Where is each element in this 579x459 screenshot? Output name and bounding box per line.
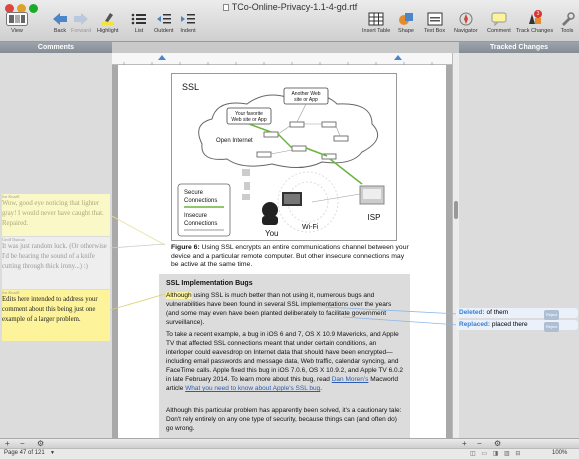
- tracked-change-replaced[interactable]: Replaced: placed there Reject: [456, 320, 578, 332]
- panel-bottom-bar: + − ⚙ + − ⚙: [0, 438, 579, 448]
- remove-tracked-icon[interactable]: −: [477, 439, 482, 448]
- page-indicator[interactable]: Page 47 of 121: [4, 450, 45, 456]
- tracked-change-deleted[interactable]: Deleted: of them Reject: [456, 308, 578, 320]
- app-window: TCo-Online-Privacy-1.1-4-gd.rtf View Bac…: [0, 0, 579, 459]
- remove-comment-icon[interactable]: −: [20, 439, 25, 448]
- tracked-gear-icon[interactable]: ⚙: [494, 439, 501, 448]
- reject-button[interactable]: Reject: [544, 322, 560, 332]
- zoom-level[interactable]: 100%: [552, 450, 567, 456]
- page-dropdown-icon[interactable]: ▼: [50, 450, 55, 456]
- comment-anchor-lines: [109, 214, 460, 326]
- status-icons: ◫ ▭ ◨ ▥ ⊟: [470, 451, 523, 457]
- comments-gear-icon[interactable]: ⚙: [37, 439, 44, 448]
- add-comment-icon[interactable]: +: [5, 439, 10, 448]
- status-bar: Page 47 of 121 ▼ ◫ ▭ ◨ ▥ ⊟ 100%: [0, 448, 579, 459]
- reject-button[interactable]: Reject: [544, 310, 560, 320]
- add-tracked-icon[interactable]: +: [462, 439, 467, 448]
